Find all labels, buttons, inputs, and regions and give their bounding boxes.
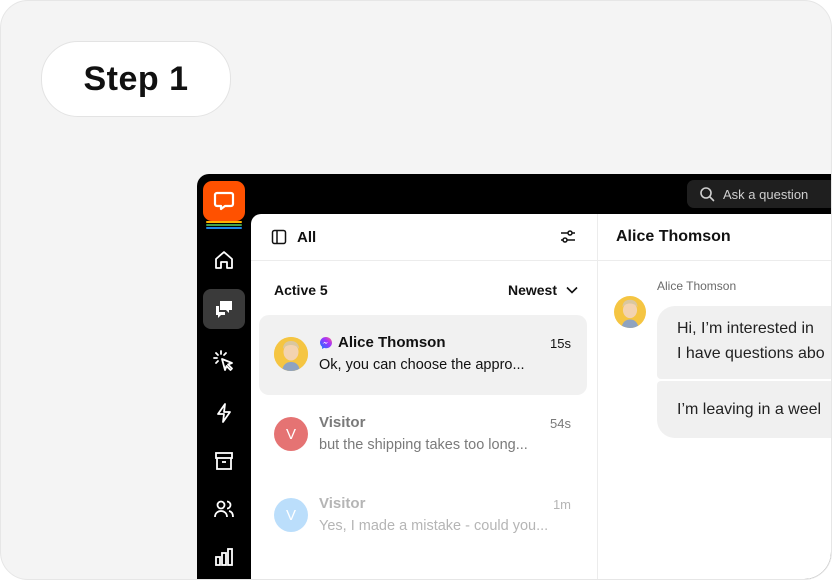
lightning-icon [217, 403, 231, 423]
chat-bubble-icon [213, 191, 235, 211]
conversation-name: Alice Thomson [319, 334, 446, 351]
sidebar-item-reports[interactable] [203, 537, 245, 577]
sidebar-item-archives[interactable] [203, 441, 245, 481]
user-photo-icon [274, 337, 308, 371]
message-text: I have questions abo [677, 345, 825, 362]
conversation-item[interactable]: V Visitor 1m Yes, I made a mistake - cou… [259, 476, 587, 556]
list-subheader: Active 5 Newest [251, 261, 597, 319]
avatar [274, 337, 308, 371]
sort-dropdown[interactable]: Newest [508, 282, 579, 298]
step-label: Step 1 [41, 41, 231, 117]
conversation-time: 54s [550, 416, 571, 431]
sort-label: Newest [507, 282, 557, 298]
list-header: All [251, 214, 597, 261]
conversation-item[interactable]: Alice Thomson 15s Ok, you can choose the… [259, 315, 587, 395]
message-text: Hi, I’m interested in [677, 320, 814, 337]
livechat-logo[interactable] [203, 181, 245, 221]
chevron-down-icon [566, 286, 578, 294]
search-icon [700, 187, 715, 202]
conversation-preview: Yes, I made a mistake - could you... [319, 518, 549, 534]
reports-icon [215, 548, 233, 566]
conversation-list: All Active 5 Newest Alice Thomson 15s Ok… [251, 214, 598, 579]
sidebar [197, 174, 251, 579]
message-bubble: I’m leaving in a weel [657, 381, 831, 438]
avatar: V [274, 417, 308, 451]
message-sender: Alice Thomson [657, 279, 737, 293]
users-icon [214, 500, 234, 518]
search-placeholder: Ask a question [723, 186, 809, 202]
filter-settings-icon[interactable] [559, 228, 577, 246]
sidebar-toggle-icon[interactable] [271, 229, 287, 245]
conversation-preview: but the shipping takes too long... [319, 437, 528, 453]
home-icon [215, 251, 233, 269]
conversation-item[interactable]: V Visitor 54s but the shipping takes too… [259, 395, 587, 475]
cursor-click-icon [213, 350, 233, 371]
conversation-time: 1m [552, 497, 571, 512]
conversation-name: Visitor [319, 495, 366, 512]
avatar [614, 296, 646, 328]
search-input[interactable]: Ask a question [687, 180, 831, 208]
conversation-name: Visitor [319, 414, 366, 431]
messenger-icon [320, 336, 332, 349]
sidebar-item-customers[interactable] [203, 489, 245, 529]
chat-title: Alice Thomson [598, 214, 831, 261]
conversation-preview: Ok, you can choose the appro... [319, 357, 525, 373]
chat-view: Alice Thomson Alice Thomson Hi, I’m inte… [598, 214, 831, 579]
step-card: Step 1 Ask a question All Active 5 Newes… [0, 0, 832, 580]
sidebar-item-engage[interactable] [203, 341, 245, 381]
avatar: V [274, 498, 308, 532]
logo-stripes [206, 221, 242, 230]
app-window: Ask a question All Active 5 Newest Alice… [197, 174, 831, 579]
chats-icon [216, 301, 232, 318]
user-photo-icon [614, 296, 646, 328]
main-panel: All Active 5 Newest Alice Thomson 15s Ok… [251, 214, 831, 579]
conversation-time: 15s [550, 336, 571, 351]
list-filter-label[interactable]: All [297, 229, 316, 246]
message-bubble: Hi, I’m interested in I have questions a… [657, 306, 831, 379]
sidebar-item-automate[interactable] [203, 393, 245, 433]
sidebar-item-home[interactable] [203, 240, 245, 280]
sidebar-item-chats[interactable] [203, 289, 245, 329]
active-count: Active 5 [274, 282, 328, 298]
archive-icon [215, 452, 233, 470]
